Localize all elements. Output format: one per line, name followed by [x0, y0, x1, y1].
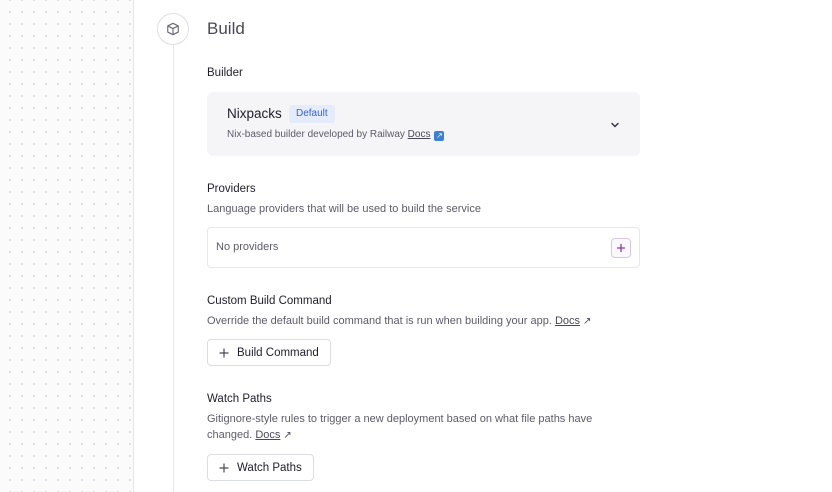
builder-description: Nix-based builder developed by Railway D…	[227, 129, 445, 141]
builder-docs-link[interactable]: Docs	[408, 129, 431, 140]
add-build-command-button[interactable]: Build Command	[207, 339, 331, 366]
external-link-icon: ↗	[583, 316, 592, 327]
watch-paths-description-text: changed.	[207, 429, 253, 441]
watch-paths-label: Watch Paths	[207, 393, 272, 405]
builder-label: Builder	[207, 67, 243, 79]
plus-icon	[616, 243, 626, 253]
plus-icon	[219, 462, 229, 473]
custom-build-docs-link[interactable]: Docs	[555, 315, 580, 327]
watch-paths-description-line2: changed. Docs ↗	[207, 427, 292, 444]
watch-paths-description-line1: Gitignore-style rules to trigger a new d…	[207, 413, 593, 425]
providers-label: Providers	[207, 183, 256, 195]
providers-list: No providers	[207, 227, 640, 268]
builder-select[interactable]: Nixpacks Default Nix-based builder devel…	[207, 92, 640, 156]
external-link-icon: ↗	[434, 131, 445, 141]
canvas-background	[0, 0, 134, 492]
add-provider-button[interactable]	[611, 238, 631, 258]
external-link-icon: ↗	[283, 430, 292, 441]
watch-paths-button-label: Watch Paths	[237, 461, 302, 474]
package-icon	[157, 13, 189, 45]
builder-name: Nixpacks	[227, 106, 282, 121]
add-watch-paths-button[interactable]: Watch Paths	[207, 454, 314, 481]
build-command-button-label: Build Command	[237, 346, 319, 359]
providers-empty-text: No providers	[216, 241, 279, 253]
custom-build-description: Override the default build command that …	[207, 313, 591, 330]
custom-build-description-text: Override the default build command that …	[207, 315, 552, 327]
watch-paths-docs-link[interactable]: Docs	[255, 429, 280, 441]
custom-build-label: Custom Build Command	[207, 295, 332, 307]
section-rail	[173, 44, 174, 492]
providers-description: Language providers that will be used to …	[207, 203, 481, 215]
builder-description-text: Nix-based builder developed by Railway	[227, 129, 405, 140]
default-badge: Default	[289, 105, 335, 123]
chevron-down-icon[interactable]	[610, 117, 620, 135]
plus-icon	[219, 347, 229, 358]
section-title: Build	[207, 19, 245, 38]
